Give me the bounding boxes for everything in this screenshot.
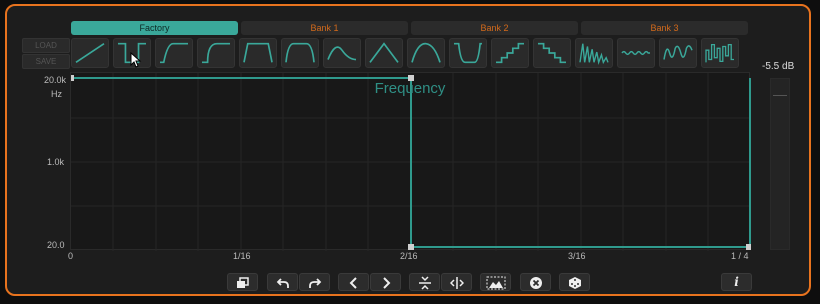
- copy-icon: [236, 277, 249, 288]
- curve-node[interactable]: [746, 244, 751, 250]
- meter-level: [773, 95, 787, 96]
- stairs-up-icon: [496, 42, 524, 64]
- y-label-max: 20.0k: [44, 75, 67, 85]
- x-label-2-16: 2/16: [400, 251, 418, 261]
- y-label-min: 20.0: [47, 240, 65, 250]
- preset-stairs-down[interactable]: [533, 38, 571, 68]
- y-label-mid: 1.0k: [47, 157, 65, 167]
- randomize-button[interactable]: [559, 273, 590, 291]
- undo-icon: [276, 278, 289, 288]
- preset-slope-plateau[interactable]: [155, 38, 193, 68]
- next-icon: [382, 277, 390, 289]
- sine-arch-icon: [327, 46, 357, 61]
- preset-ramp-up[interactable]: [71, 38, 109, 68]
- x-label-1-4: 1 / 4: [731, 251, 749, 261]
- fit-view-icon: [486, 276, 505, 290]
- next-button[interactable]: [370, 273, 401, 291]
- graph-canvas[interactable]: [71, 73, 751, 251]
- level-meter[interactable]: [770, 78, 790, 250]
- curve-node[interactable]: [71, 75, 74, 81]
- tab-bank-1[interactable]: Bank 1: [241, 21, 408, 35]
- clear-button[interactable]: [520, 273, 551, 291]
- load-button[interactable]: LOAD: [22, 38, 70, 53]
- y-label-unit: Hz: [51, 89, 62, 99]
- ramp-up-icon: [75, 42, 105, 64]
- info-icon: i: [734, 275, 739, 289]
- expand-horizontal-icon: [449, 277, 464, 289]
- db-readout: -5.5 dB: [762, 61, 795, 72]
- slope-plateau-icon: [159, 42, 188, 64]
- preset-bell-arch[interactable]: [407, 38, 445, 68]
- preset-valley[interactable]: [449, 38, 487, 68]
- rounded-trapezoid-icon: [285, 42, 315, 63]
- tab-factory[interactable]: Factory: [71, 21, 238, 35]
- valley-icon: [454, 42, 482, 64]
- preset-ease-plateau[interactable]: [197, 38, 235, 68]
- previous-icon: [349, 277, 357, 289]
- sawtooth-spikes-icon: [579, 43, 609, 65]
- preset-trapezoid[interactable]: [239, 38, 277, 68]
- clear-icon: [529, 277, 542, 289]
- tab-bank-2[interactable]: Bank 2: [411, 21, 578, 35]
- square-pulses-icon: [705, 43, 734, 63]
- compress-vertical-icon: [418, 276, 431, 290]
- info-button[interactable]: i: [721, 273, 752, 291]
- expand-horizontal-button[interactable]: [441, 273, 472, 291]
- ease-plateau-icon: [201, 42, 230, 64]
- preset-sawtooth-spikes[interactable]: [575, 38, 613, 68]
- bell-arch-icon: [411, 42, 441, 63]
- preset-rounded-trapezoid[interactable]: [281, 38, 319, 68]
- preset-sine-wave[interactable]: [659, 38, 697, 68]
- preset-sine-arch[interactable]: [323, 38, 361, 68]
- wavy-line-icon: [621, 50, 650, 56]
- graph-title: Frequency: [374, 80, 446, 97]
- x-label-1-16: 1/16: [233, 251, 251, 261]
- redo-icon: [308, 278, 321, 288]
- fit-view-button[interactable]: [480, 273, 511, 291]
- trapezoid-icon: [243, 42, 273, 63]
- redo-button[interactable]: [299, 273, 330, 291]
- preset-triangle[interactable]: [365, 38, 403, 68]
- preset-square-pulses[interactable]: [701, 38, 739, 68]
- sine-wave-icon: [663, 45, 693, 60]
- curve-node[interactable]: [408, 244, 414, 250]
- tab-bank-3[interactable]: Bank 3: [581, 21, 748, 35]
- copy-button[interactable]: [227, 273, 258, 291]
- save-button[interactable]: SAVE: [22, 54, 70, 69]
- x-label-3-16: 3/16: [568, 251, 586, 261]
- randomize-dice-icon: [568, 277, 581, 289]
- frequency-graph[interactable]: [70, 72, 751, 251]
- undo-button[interactable]: [267, 273, 298, 291]
- triangle-icon: [369, 42, 399, 63]
- x-label-0: 0: [68, 251, 74, 261]
- mouse-cursor-icon: [130, 52, 142, 68]
- compress-vertical-button[interactable]: [409, 273, 440, 291]
- stairs-down-icon: [538, 42, 566, 64]
- preset-stairs-up[interactable]: [491, 38, 529, 68]
- preset-wavy-line[interactable]: [617, 38, 655, 68]
- previous-button[interactable]: [338, 273, 369, 291]
